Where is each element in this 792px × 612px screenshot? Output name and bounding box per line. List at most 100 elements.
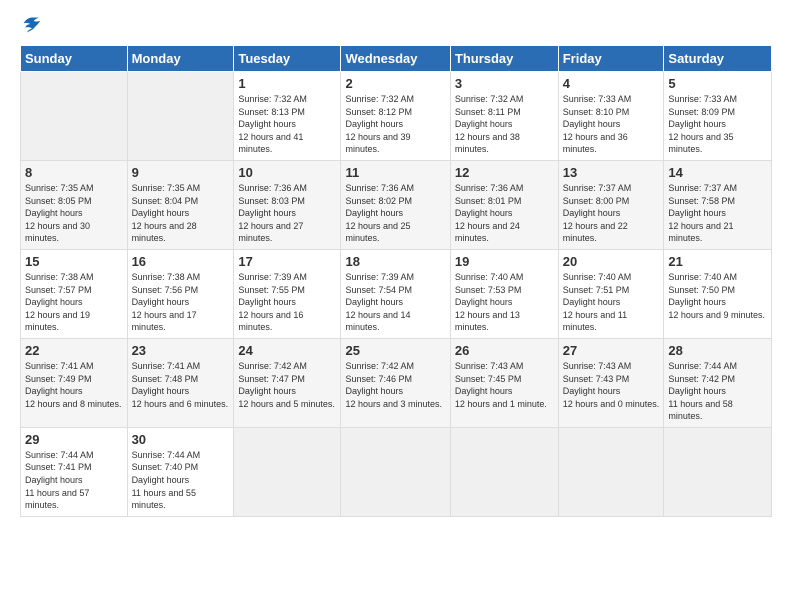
day-number: 5	[668, 76, 767, 91]
calendar-day-cell: 16 Sunrise: 7:38 AM Sunset: 7:56 PM Dayl…	[127, 249, 234, 338]
day-info: Sunrise: 7:36 AM Sunset: 8:02 PM Dayligh…	[345, 182, 445, 245]
day-number: 13	[563, 165, 660, 180]
weekday-header-monday: Monday	[127, 46, 234, 72]
day-number: 2	[345, 76, 445, 91]
calendar-day-cell	[127, 72, 234, 161]
day-info: Sunrise: 7:35 AM Sunset: 8:05 PM Dayligh…	[25, 182, 123, 245]
day-number: 26	[455, 343, 554, 358]
day-number: 17	[238, 254, 336, 269]
day-info: Sunrise: 7:40 AM Sunset: 7:51 PM Dayligh…	[563, 271, 660, 334]
day-info: Sunrise: 7:41 AM Sunset: 7:48 PM Dayligh…	[132, 360, 230, 410]
day-info: Sunrise: 7:43 AM Sunset: 7:45 PM Dayligh…	[455, 360, 554, 410]
day-number: 14	[668, 165, 767, 180]
calendar-day-cell	[234, 427, 341, 516]
calendar-day-cell: 9 Sunrise: 7:35 AM Sunset: 8:04 PM Dayli…	[127, 160, 234, 249]
day-info: Sunrise: 7:36 AM Sunset: 8:01 PM Dayligh…	[455, 182, 554, 245]
day-number: 27	[563, 343, 660, 358]
day-number: 3	[455, 76, 554, 91]
day-info: Sunrise: 7:38 AM Sunset: 7:56 PM Dayligh…	[132, 271, 230, 334]
calendar-day-cell: 28 Sunrise: 7:44 AM Sunset: 7:42 PM Dayl…	[664, 338, 772, 427]
calendar-day-cell	[664, 427, 772, 516]
weekday-header-row: SundayMondayTuesdayWednesdayThursdayFrid…	[21, 46, 772, 72]
calendar-week-row: 1 Sunrise: 7:32 AM Sunset: 8:13 PM Dayli…	[21, 72, 772, 161]
day-info: Sunrise: 7:43 AM Sunset: 7:43 PM Dayligh…	[563, 360, 660, 410]
day-number: 28	[668, 343, 767, 358]
day-info: Sunrise: 7:36 AM Sunset: 8:03 PM Dayligh…	[238, 182, 336, 245]
day-info: Sunrise: 7:44 AM Sunset: 7:40 PM Dayligh…	[132, 449, 230, 512]
day-info: Sunrise: 7:40 AM Sunset: 7:53 PM Dayligh…	[455, 271, 554, 334]
day-number: 8	[25, 165, 123, 180]
day-info: Sunrise: 7:38 AM Sunset: 7:57 PM Dayligh…	[25, 271, 123, 334]
logo	[20, 15, 42, 35]
calendar-day-cell	[450, 427, 558, 516]
calendar-week-row: 15 Sunrise: 7:38 AM Sunset: 7:57 PM Dayl…	[21, 249, 772, 338]
day-info: Sunrise: 7:39 AM Sunset: 7:55 PM Dayligh…	[238, 271, 336, 334]
day-number: 19	[455, 254, 554, 269]
logo-bird-icon	[22, 15, 42, 35]
day-info: Sunrise: 7:33 AM Sunset: 8:10 PM Dayligh…	[563, 93, 660, 156]
calendar-day-cell: 19 Sunrise: 7:40 AM Sunset: 7:53 PM Dayl…	[450, 249, 558, 338]
day-info: Sunrise: 7:40 AM Sunset: 7:50 PM Dayligh…	[668, 271, 767, 321]
day-number: 23	[132, 343, 230, 358]
weekday-header-thursday: Thursday	[450, 46, 558, 72]
day-number: 12	[455, 165, 554, 180]
day-info: Sunrise: 7:33 AM Sunset: 8:09 PM Dayligh…	[668, 93, 767, 156]
calendar-day-cell: 13 Sunrise: 7:37 AM Sunset: 8:00 PM Dayl…	[558, 160, 664, 249]
header	[20, 15, 772, 35]
day-number: 30	[132, 432, 230, 447]
calendar-day-cell	[21, 72, 128, 161]
day-info: Sunrise: 7:44 AM Sunset: 7:41 PM Dayligh…	[25, 449, 123, 512]
calendar-day-cell: 27 Sunrise: 7:43 AM Sunset: 7:43 PM Dayl…	[558, 338, 664, 427]
day-number: 9	[132, 165, 230, 180]
weekday-header-tuesday: Tuesday	[234, 46, 341, 72]
calendar-day-cell	[558, 427, 664, 516]
calendar-day-cell: 3 Sunrise: 7:32 AM Sunset: 8:11 PM Dayli…	[450, 72, 558, 161]
weekday-header-saturday: Saturday	[664, 46, 772, 72]
calendar-day-cell: 11 Sunrise: 7:36 AM Sunset: 8:02 PM Dayl…	[341, 160, 450, 249]
day-number: 10	[238, 165, 336, 180]
calendar-day-cell: 30 Sunrise: 7:44 AM Sunset: 7:40 PM Dayl…	[127, 427, 234, 516]
calendar-day-cell	[341, 427, 450, 516]
calendar-day-cell: 29 Sunrise: 7:44 AM Sunset: 7:41 PM Dayl…	[21, 427, 128, 516]
day-info: Sunrise: 7:39 AM Sunset: 7:54 PM Dayligh…	[345, 271, 445, 334]
weekday-header-wednesday: Wednesday	[341, 46, 450, 72]
calendar-day-cell: 17 Sunrise: 7:39 AM Sunset: 7:55 PM Dayl…	[234, 249, 341, 338]
calendar-day-cell: 4 Sunrise: 7:33 AM Sunset: 8:10 PM Dayli…	[558, 72, 664, 161]
day-info: Sunrise: 7:32 AM Sunset: 8:11 PM Dayligh…	[455, 93, 554, 156]
calendar-day-cell: 25 Sunrise: 7:42 AM Sunset: 7:46 PM Dayl…	[341, 338, 450, 427]
day-number: 1	[238, 76, 336, 91]
calendar-day-cell: 23 Sunrise: 7:41 AM Sunset: 7:48 PM Dayl…	[127, 338, 234, 427]
day-info: Sunrise: 7:37 AM Sunset: 7:58 PM Dayligh…	[668, 182, 767, 245]
day-info: Sunrise: 7:42 AM Sunset: 7:47 PM Dayligh…	[238, 360, 336, 410]
calendar-week-row: 29 Sunrise: 7:44 AM Sunset: 7:41 PM Dayl…	[21, 427, 772, 516]
day-number: 11	[345, 165, 445, 180]
calendar-day-cell: 21 Sunrise: 7:40 AM Sunset: 7:50 PM Dayl…	[664, 249, 772, 338]
day-number: 4	[563, 76, 660, 91]
day-info: Sunrise: 7:44 AM Sunset: 7:42 PM Dayligh…	[668, 360, 767, 423]
day-number: 20	[563, 254, 660, 269]
weekday-header-friday: Friday	[558, 46, 664, 72]
weekday-header-sunday: Sunday	[21, 46, 128, 72]
calendar-page: SundayMondayTuesdayWednesdayThursdayFrid…	[0, 0, 792, 527]
day-info: Sunrise: 7:32 AM Sunset: 8:12 PM Dayligh…	[345, 93, 445, 156]
day-number: 15	[25, 254, 123, 269]
calendar-day-cell: 8 Sunrise: 7:35 AM Sunset: 8:05 PM Dayli…	[21, 160, 128, 249]
calendar-table: SundayMondayTuesdayWednesdayThursdayFrid…	[20, 45, 772, 517]
day-info: Sunrise: 7:35 AM Sunset: 8:04 PM Dayligh…	[132, 182, 230, 245]
day-info: Sunrise: 7:42 AM Sunset: 7:46 PM Dayligh…	[345, 360, 445, 410]
calendar-day-cell: 1 Sunrise: 7:32 AM Sunset: 8:13 PM Dayli…	[234, 72, 341, 161]
day-number: 21	[668, 254, 767, 269]
calendar-day-cell: 15 Sunrise: 7:38 AM Sunset: 7:57 PM Dayl…	[21, 249, 128, 338]
calendar-week-row: 8 Sunrise: 7:35 AM Sunset: 8:05 PM Dayli…	[21, 160, 772, 249]
calendar-week-row: 22 Sunrise: 7:41 AM Sunset: 7:49 PM Dayl…	[21, 338, 772, 427]
day-number: 18	[345, 254, 445, 269]
day-number: 22	[25, 343, 123, 358]
calendar-day-cell: 18 Sunrise: 7:39 AM Sunset: 7:54 PM Dayl…	[341, 249, 450, 338]
day-number: 29	[25, 432, 123, 447]
calendar-day-cell: 24 Sunrise: 7:42 AM Sunset: 7:47 PM Dayl…	[234, 338, 341, 427]
calendar-day-cell: 5 Sunrise: 7:33 AM Sunset: 8:09 PM Dayli…	[664, 72, 772, 161]
day-number: 24	[238, 343, 336, 358]
day-info: Sunrise: 7:41 AM Sunset: 7:49 PM Dayligh…	[25, 360, 123, 410]
day-info: Sunrise: 7:32 AM Sunset: 8:13 PM Dayligh…	[238, 93, 336, 156]
calendar-day-cell: 2 Sunrise: 7:32 AM Sunset: 8:12 PM Dayli…	[341, 72, 450, 161]
